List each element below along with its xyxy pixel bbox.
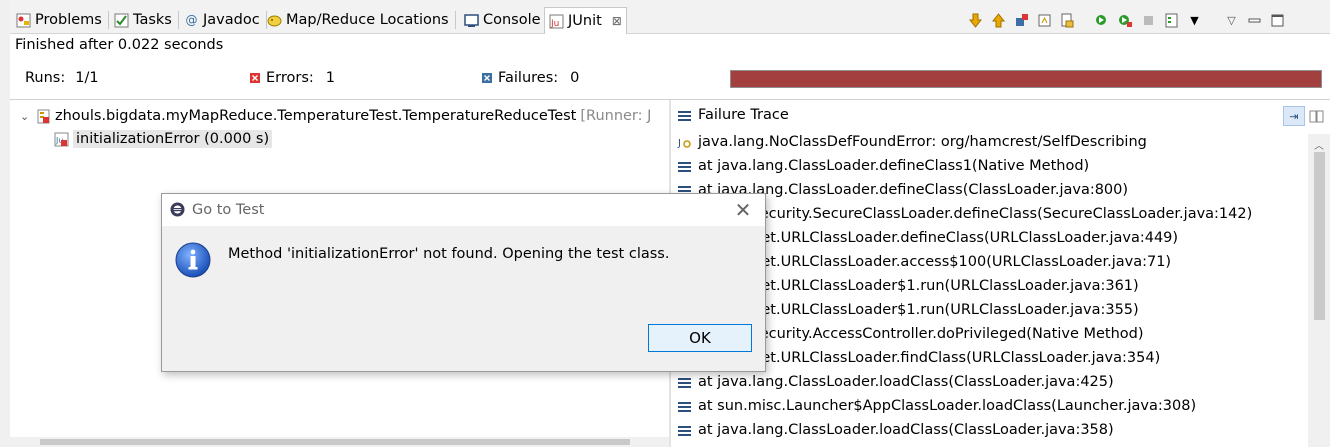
stop-icon[interactable] bbox=[1140, 12, 1157, 29]
rerun-failed-first-icon[interactable] bbox=[1117, 12, 1134, 29]
javadoc-icon: @ bbox=[185, 12, 198, 27]
dialog-titlebar: Go to Test ✕ bbox=[162, 194, 765, 226]
tree-root-item[interactable]: ⌄ zhouls.bigdata.myMapReduce.Temperature… bbox=[20, 108, 651, 124]
tab-junit[interactable]: Ju JUnit ⊠ bbox=[544, 7, 627, 34]
stack-frame-icon bbox=[677, 399, 692, 414]
filter-icon: ⇥ bbox=[1289, 109, 1299, 123]
trace-line-text: at java.lang.ClassLoader.loadClass(Class… bbox=[698, 422, 1114, 438]
tree-child-label: initializationError (0.000 s) bbox=[73, 130, 273, 148]
filter-stack-trace-button[interactable]: ⇥ bbox=[1283, 106, 1305, 126]
trace-line-text: at java.net.URLClassLoader.defineClass(U… bbox=[698, 230, 1179, 246]
failures-value: 0 bbox=[570, 70, 580, 86]
tree-runner-label: [Runner: J bbox=[580, 108, 652, 124]
close-icon[interactable]: ⊠ bbox=[612, 14, 622, 28]
exception-icon: J bbox=[677, 135, 692, 150]
trace-line[interactable]: at java.lang.ClassLoader.loadClass(Class… bbox=[677, 422, 1114, 438]
runs-counter: Runs: 1/1 bbox=[25, 70, 99, 86]
failure-trace-panel: Failure Trace ⇥ Jjava.lang.NoClassDefFou… bbox=[671, 100, 1330, 447]
problems-icon bbox=[16, 13, 31, 28]
compare-button[interactable] bbox=[1307, 106, 1325, 126]
trace-line[interactable]: Jjava.lang.NoClassDefFoundError: org/ham… bbox=[677, 134, 1147, 150]
status-message: Finished after 0.022 seconds bbox=[15, 37, 224, 53]
tab-javadoc[interactable]: @ Javadoc bbox=[180, 8, 267, 32]
runs-value: 1/1 bbox=[75, 70, 99, 86]
failure-trace-header: Failure Trace bbox=[677, 107, 789, 123]
minimize-icon[interactable] bbox=[1246, 12, 1263, 29]
trace-line-text: at java.net.URLClassLoader.access$100(UR… bbox=[698, 254, 1172, 270]
tab-tasks[interactable]: Tasks bbox=[110, 8, 179, 32]
compare-icon bbox=[1309, 109, 1324, 124]
svg-text:Ju: Ju bbox=[550, 19, 559, 29]
view-menu-icon[interactable]: ▽ bbox=[1223, 12, 1240, 29]
dialog-message: Method 'initializationError' not found. … bbox=[228, 246, 670, 262]
errors-label: Errors: bbox=[266, 70, 314, 86]
stack-frame-icon bbox=[677, 159, 692, 174]
test-suite-error-icon bbox=[36, 109, 51, 124]
progress-bar bbox=[730, 70, 1322, 88]
trace-line-text: at sun.misc.Launcher$AppClassLoader.load… bbox=[698, 398, 1197, 414]
history-icon[interactable] bbox=[1059, 12, 1076, 29]
info-icon bbox=[175, 242, 211, 278]
horizontal-scrollbar[interactable] bbox=[10, 437, 670, 447]
next-failure-icon[interactable] bbox=[967, 12, 984, 29]
go-to-test-dialog: Go to Test ✕ Method 'initializationError… bbox=[161, 193, 766, 372]
stack-trace-icon bbox=[677, 108, 692, 123]
test-run-history-icon[interactable] bbox=[1163, 12, 1180, 29]
errors-counter: Errors: 1 bbox=[250, 70, 335, 86]
scroll-up-icon[interactable]: ︿ bbox=[1314, 137, 1324, 152]
ok-button[interactable]: OK bbox=[648, 324, 752, 352]
tab-label: Console bbox=[483, 12, 541, 28]
errors-value: 1 bbox=[325, 70, 336, 86]
previous-failure-icon[interactable] bbox=[990, 12, 1007, 29]
tab-problems[interactable]: Problems bbox=[12, 8, 109, 32]
trace-line-text: at java.lang.ClassLoader.loadClass(Class… bbox=[698, 374, 1114, 390]
trace-line-text: at java.net.URLClassLoader.findClass(URL… bbox=[698, 350, 1161, 366]
stack-frame-icon bbox=[677, 375, 692, 390]
error-icon bbox=[250, 73, 260, 83]
failure-trace-title: Failure Trace bbox=[698, 107, 789, 123]
runs-label: Runs: bbox=[25, 70, 66, 86]
dialog-title: Go to Test bbox=[192, 202, 265, 218]
trace-line[interactable]: at java.lang.ClassLoader.loadClass(Class… bbox=[677, 374, 1114, 390]
tab-label: Tasks bbox=[133, 12, 172, 28]
test-error-icon: Ju bbox=[54, 132, 69, 147]
tab-map-reduce-locations[interactable]: Map/Reduce Locations bbox=[263, 8, 456, 32]
view-tab-bar: Problems Tasks @ Javadoc Map/Reduce Loca… bbox=[0, 0, 1330, 34]
console-icon bbox=[464, 13, 479, 28]
junit-icon: Ju bbox=[549, 14, 564, 29]
failures-counter: Failures: 0 bbox=[482, 70, 579, 86]
stack-frame-icon bbox=[677, 423, 692, 438]
tab-label: Javadoc bbox=[203, 12, 260, 28]
trace-line[interactable]: at sun.misc.Launcher$AppClassLoader.load… bbox=[677, 398, 1196, 414]
scroll-lock-icon[interactable] bbox=[1036, 12, 1053, 29]
chevron-down-icon[interactable]: ⌄ bbox=[20, 110, 32, 123]
rerun-test-icon[interactable] bbox=[1094, 12, 1111, 29]
svg-text:J: J bbox=[677, 138, 681, 149]
trace-line-text: java.lang.NoClassDefFoundError: org/hamc… bbox=[698, 134, 1147, 150]
maximize-icon[interactable] bbox=[1269, 12, 1286, 29]
tab-label: Map/Reduce Locations bbox=[286, 12, 449, 28]
junit-counters: Runs: 1/1 Errors: 1 Failures: 0 bbox=[0, 62, 1330, 96]
junit-toolbar: ▼ ▽ bbox=[967, 10, 1286, 30]
tab-console[interactable]: Console bbox=[460, 8, 545, 32]
show-failures-only-icon[interactable] bbox=[1013, 12, 1030, 29]
tree-child-item[interactable]: Ju initializationError (0.000 s) bbox=[54, 130, 273, 148]
tasks-icon bbox=[114, 13, 129, 28]
vertical-scrollbar[interactable]: ︿ bbox=[1308, 134, 1330, 447]
failure-icon bbox=[482, 73, 492, 83]
trace-line[interactable]: at java.lang.ClassLoader.defineClass1(Na… bbox=[677, 158, 1089, 174]
trace-line-text: at java.security.SecureClassLoader.defin… bbox=[698, 206, 1253, 222]
tab-label: JUnit bbox=[568, 13, 602, 29]
chevron-down-icon[interactable]: ▼ bbox=[1186, 12, 1203, 29]
trace-line-text: at java.lang.ClassLoader.defineClass1(Na… bbox=[698, 158, 1090, 174]
eclipse-icon bbox=[170, 202, 185, 217]
tree-root-label: zhouls.bigdata.myMapReduce.TemperatureTe… bbox=[55, 108, 577, 124]
tab-label: Problems bbox=[35, 12, 102, 28]
close-icon[interactable]: ✕ bbox=[733, 198, 753, 222]
failures-label: Failures: bbox=[498, 70, 559, 86]
map-reduce-icon bbox=[267, 13, 282, 28]
